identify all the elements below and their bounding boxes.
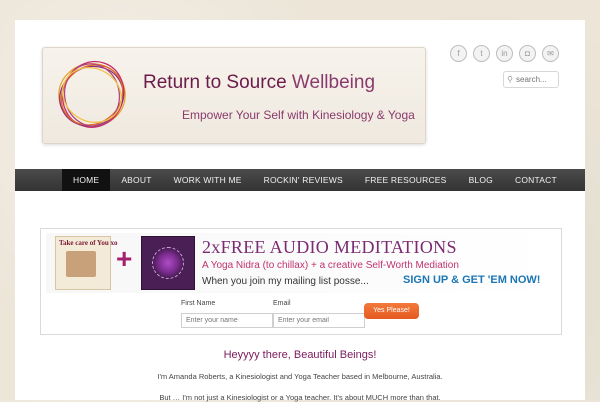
email-icon[interactable]: ✉ bbox=[542, 45, 559, 62]
nav-rockin-reviews[interactable]: ROCKIN' REVIEWS bbox=[253, 169, 354, 191]
first-name-field-group: First Name bbox=[181, 300, 273, 328]
search-input[interactable] bbox=[516, 75, 554, 84]
nav-home[interactable]: HOME bbox=[62, 169, 111, 191]
facebook-icon[interactable]: f bbox=[450, 45, 467, 62]
optin-headline: 2xFREE AUDIO MEDITATIONS bbox=[202, 237, 457, 257]
logo-rings-icon bbox=[58, 60, 126, 128]
nav-about[interactable]: ABOUT bbox=[110, 169, 162, 191]
instagram-icon[interactable]: ◘ bbox=[519, 45, 536, 62]
site-title-light: Wellbeing bbox=[291, 72, 376, 93]
optin-line: When you join my mailing list posse... bbox=[202, 276, 369, 287]
site-title: Return to Source Wellbeing bbox=[143, 72, 375, 94]
thumbnail-title: Take care of You xo bbox=[59, 239, 118, 247]
first-name-input[interactable] bbox=[181, 313, 273, 328]
intro-text: I'm Amanda Roberts, a Kinesiologist and … bbox=[157, 372, 443, 381]
search-box: ⚲ bbox=[503, 71, 559, 88]
site-header-banner[interactable]: Return to Source Wellbeing Empower Your … bbox=[42, 47, 426, 144]
first-name-label: First Name bbox=[181, 300, 216, 307]
email-input[interactable] bbox=[273, 313, 365, 328]
nav-work-with-me[interactable]: WORK WITH ME bbox=[163, 169, 253, 191]
plus-icon: + bbox=[116, 243, 133, 274]
optin-subline: A Yoga Nidra (to chillax) + a creative S… bbox=[202, 260, 459, 271]
intro-text-2: But … I'm not just a Kinesiologist or a … bbox=[159, 393, 441, 402]
optin-box: Take care of You xo + 2xFREE AUDIO MEDIT… bbox=[40, 228, 562, 335]
linkedin-icon[interactable]: in bbox=[496, 45, 513, 62]
nav-blog[interactable]: BLOG bbox=[458, 169, 504, 191]
social-links: f t in ◘ ✉ bbox=[450, 45, 559, 62]
optin-cta[interactable]: SIGN UP & GET 'EM NOW! bbox=[403, 274, 540, 286]
nav-free-resources[interactable]: FREE RESOURCES bbox=[354, 169, 458, 191]
optin-banner[interactable]: Take care of You xo + 2xFREE AUDIO MEDIT… bbox=[46, 233, 556, 293]
greeting-heading: Heyyyy there, Beautiful Beings! bbox=[223, 349, 377, 361]
meditation-thumbnail bbox=[141, 236, 195, 290]
search-icon: ⚲ bbox=[507, 75, 513, 84]
mandala-icon bbox=[152, 247, 184, 279]
site-title-bold: Return to Source bbox=[143, 72, 287, 93]
take-care-thumbnail: Take care of You xo bbox=[55, 236, 117, 290]
site-tagline: Empower Your Self with Kinesiology & Yog… bbox=[182, 108, 415, 122]
email-label: Email bbox=[273, 300, 291, 307]
main-nav: HOME ABOUT WORK WITH ME ROCKIN' REVIEWS … bbox=[15, 169, 585, 191]
email-field-group: Email bbox=[273, 300, 365, 328]
twitter-icon[interactable]: t bbox=[473, 45, 490, 62]
portrait-image bbox=[66, 251, 96, 277]
page-container: Return to Source Wellbeing Empower Your … bbox=[15, 20, 585, 402]
nav-contact[interactable]: CONTACT bbox=[504, 169, 568, 191]
yes-please-button[interactable]: Yes Please! bbox=[364, 303, 419, 319]
